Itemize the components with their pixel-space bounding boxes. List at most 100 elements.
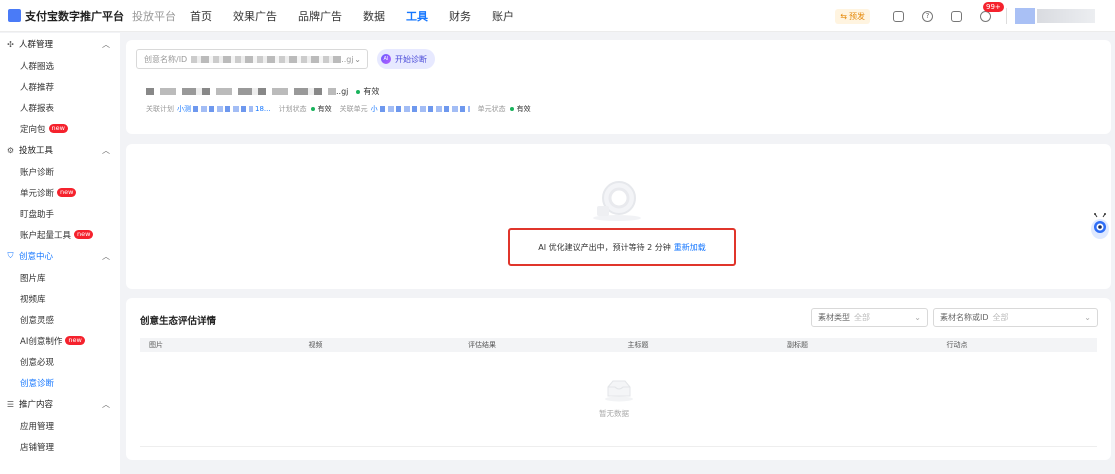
- status-dot: [509, 107, 514, 111]
- sidebar-item-creative-diagnosis[interactable]: 创意诊断: [0, 372, 120, 393]
- sidebar-item-monitor-assistant[interactable]: 盯盘助手: [0, 203, 120, 224]
- column-header: 图片: [149, 341, 163, 349]
- item-label: 盯盘助手: [20, 209, 55, 220]
- chevron-up-icon: ︿: [102, 145, 110, 155]
- help-icon[interactable]: ?: [922, 10, 933, 22]
- ai-icon: AI: [381, 54, 391, 64]
- creative-select-tail: ..gj: [341, 54, 354, 64]
- brand-logo[interactable]: 支付宝数字推广平台 投放平台: [8, 8, 176, 24]
- sidebar-item-audience-recommend[interactable]: 人群推荐: [0, 76, 120, 97]
- sidebar-group-creative[interactable]: ⛉ 创意中心 ︿: [0, 245, 120, 267]
- notification-badge: 99+: [983, 1, 1004, 12]
- logo-icon: [8, 9, 21, 22]
- section-title: 创意生态评估详情: [140, 316, 217, 327]
- avatar[interactable]: [1015, 8, 1035, 24]
- group-title: 投放工具: [19, 146, 54, 156]
- item-label: 账户起量工具: [20, 230, 72, 241]
- sidebar-item-ramp-tool[interactable]: 账户起量工具 new: [0, 224, 120, 245]
- unit-name-blurred[interactable]: [379, 106, 470, 112]
- brand-title: 支付宝数字推广平台: [25, 9, 124, 23]
- filter-value: 全部: [992, 313, 1009, 322]
- creative-name-row: ..gj 有效: [146, 86, 379, 97]
- sidebar-group-audience[interactable]: ✣ 人群管理 ︿: [0, 33, 120, 55]
- env-badge[interactable]: ⇆ 预发: [835, 8, 870, 24]
- empty-box-icon: [605, 380, 633, 402]
- sidebar-item-image-library[interactable]: 图片库: [0, 267, 120, 288]
- item-label: 创意诊断: [20, 378, 55, 389]
- chevron-up-icon: ︿: [102, 399, 110, 409]
- sidebar-item-unit-diagnosis[interactable]: 单元诊断 new: [0, 182, 120, 203]
- material-name-select[interactable]: 素材名称或ID 全部 ⌄: [933, 308, 1098, 327]
- header-divider: [1006, 8, 1007, 24]
- sidebar-item-targeting-pack[interactable]: 定向包 new: [0, 118, 120, 139]
- env-label: 预发: [849, 11, 865, 21]
- clipboard-icon[interactable]: [951, 10, 962, 22]
- plan-name-blurred[interactable]: [193, 106, 253, 112]
- creative-search-panel: 创意名称/ID ..gj ⌄ AI 开始诊断 ..gj 有效 关联计划 小测 1…: [126, 40, 1111, 134]
- nav-brand-ads[interactable]: 品牌广告: [298, 8, 342, 24]
- nav-home[interactable]: 首页: [190, 8, 212, 24]
- username-blurred[interactable]: [1037, 9, 1095, 23]
- plan-link-prefix[interactable]: 小测: [177, 104, 191, 114]
- start-diagnosis-button[interactable]: AI 开始诊断: [377, 49, 435, 69]
- reload-link[interactable]: 重新加载: [674, 242, 706, 253]
- start-diagnosis-label: 开始诊断: [395, 54, 427, 64]
- filter-value: 全部: [854, 313, 870, 322]
- plan-link-mid[interactable]: 18...: [255, 105, 271, 113]
- unit-status: 有效: [516, 105, 531, 113]
- creative-name-tail: ..gj: [336, 87, 349, 96]
- sidebar-item-creative-must[interactable]: 创意必现: [0, 351, 120, 372]
- platform-subtitle: 投放平台: [132, 9, 176, 23]
- chevron-down-icon: ⌄: [354, 54, 361, 64]
- column-header: 行动点: [946, 341, 968, 349]
- unit-label: 关联单元: [339, 105, 368, 113]
- plan-status: 有效: [317, 105, 332, 113]
- creative-select-placeholder: 创意名称/ID: [144, 54, 188, 64]
- item-label: 图片库: [20, 273, 46, 284]
- sidebar-item-audience-report[interactable]: 人群报表: [0, 97, 120, 118]
- nav-finance[interactable]: 财务: [449, 8, 471, 24]
- new-tag: new: [65, 336, 85, 345]
- column-header: 视频: [308, 341, 323, 349]
- new-tag: new: [48, 124, 68, 133]
- document-icon[interactable]: [893, 10, 904, 22]
- item-label: 人群圈选: [20, 61, 55, 72]
- nav-performance-ads[interactable]: 效果广告: [233, 8, 277, 24]
- creative-status: 有效: [363, 87, 380, 96]
- sidebar-item-account-diagnosis[interactable]: 账户诊断: [0, 161, 120, 182]
- sidebar-item-store-management[interactable]: 店铺管理: [0, 436, 120, 457]
- creative-meta-row: 关联计划 小测 18... 计划状态 有效 关联单元 小 单元状态 有效: [146, 104, 539, 114]
- settings-icon: ⚙: [6, 145, 15, 155]
- sidebar-group-content[interactable]: ☰ 推广内容 ︿: [0, 393, 120, 415]
- audience-icon: ✣: [7, 39, 14, 49]
- bell-icon[interactable]: 99+: [980, 1, 1004, 22]
- nav-account[interactable]: 账户: [492, 8, 514, 24]
- sidebar-item-video-library[interactable]: 视频库: [0, 288, 120, 309]
- shield-icon: ⛉: [7, 251, 14, 260]
- group-title: 人群管理: [19, 40, 54, 50]
- table-divider: [140, 446, 1097, 447]
- sidebar-group-tools[interactable]: ⚙ 投放工具 ︿: [0, 139, 120, 161]
- assistant-robot-icon[interactable]: [1089, 213, 1111, 243]
- ai-suggestion-panel: AI 优化建议产出中，预计等待 2 分钟 重新加载: [126, 144, 1111, 289]
- sidebar-item-audience-select[interactable]: 人群圈选: [0, 55, 120, 76]
- new-tag: new: [74, 230, 94, 239]
- sidebar-item-ai-creative[interactable]: AI创意制作 new: [0, 330, 120, 351]
- material-type-select[interactable]: 素材类型 全部 ⌄: [811, 308, 928, 327]
- column-header: 评估结果: [468, 341, 496, 349]
- item-label: 创意必现: [20, 357, 55, 368]
- sidebar-item-creative-inspiration[interactable]: 创意灵感: [0, 309, 120, 330]
- status-dot: [310, 107, 315, 111]
- new-tag: new: [57, 188, 77, 197]
- unit-link-prefix[interactable]: 小: [371, 104, 378, 114]
- nav-data[interactable]: 数据: [363, 8, 385, 24]
- nav-tools[interactable]: 工具: [406, 8, 428, 24]
- sidebar: ✣ 人群管理 ︿ 人群圈选 人群推荐 人群报表 定向包 new ⚙ 投放工具 ︿ …: [0, 33, 120, 474]
- chevron-down-icon: ⌄: [914, 313, 921, 322]
- creative-select[interactable]: 创意名称/ID ..gj ⌄: [136, 49, 368, 69]
- loading-text: AI 优化建议产出中，预计等待 2 分钟: [538, 242, 671, 252]
- sidebar-item-app-management[interactable]: 应用管理: [0, 415, 120, 436]
- item-label: 人群报表: [20, 103, 55, 114]
- creative-name-blurred: [146, 88, 336, 95]
- creative-ecology-panel: 创意生态评估详情 素材类型 全部 ⌄ 素材名称或ID 全部 ⌄ 图片 视频 评估…: [126, 298, 1111, 460]
